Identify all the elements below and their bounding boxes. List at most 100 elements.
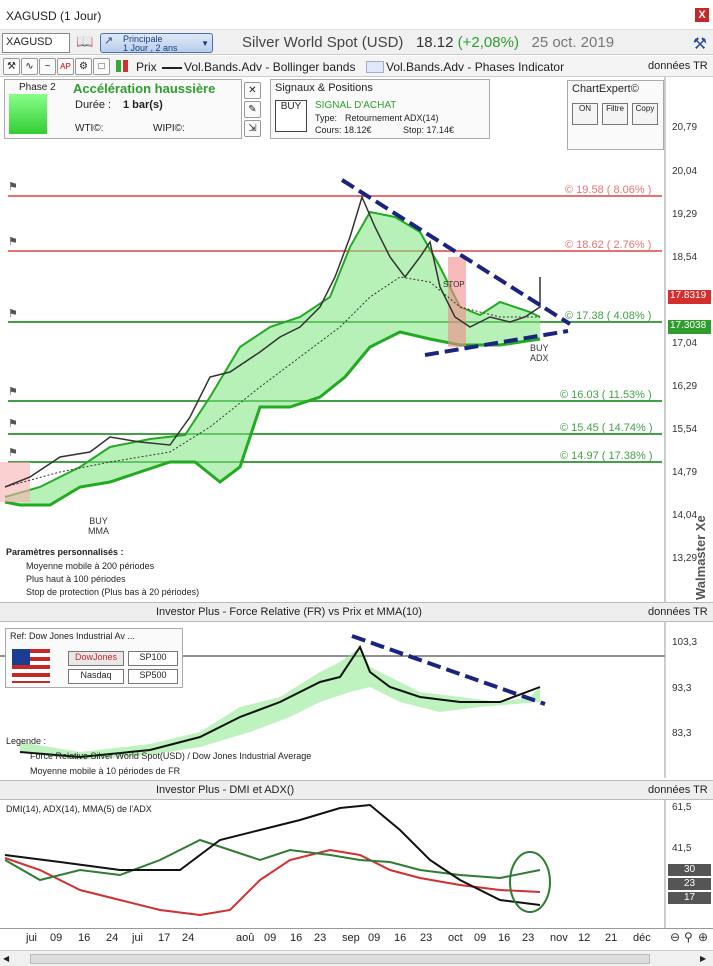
- dmi-adx-chart: [4, 800, 666, 928]
- zoom-in-icon[interactable]: ⊕: [698, 930, 708, 944]
- window-title: XAGUSD (1 Jour): [6, 9, 102, 23]
- price-axis-tick: 16,29: [672, 381, 698, 392]
- instrument-header: Silver World Spot (USD) 18.12 (+2,08%) 2…: [242, 34, 614, 51]
- cours-label: Cours: 18.12€: [315, 125, 372, 135]
- phase-zone: [0, 462, 30, 502]
- scrollbar[interactable]: ◀ ▶: [0, 950, 713, 966]
- time-axis-tick: 21: [605, 932, 618, 944]
- tools-icon[interactable]: ⚒: [693, 34, 707, 54]
- sp100-button[interactable]: SP100: [128, 651, 178, 666]
- phases-label[interactable]: Vol.Bands.Adv - Phases Indicator: [386, 60, 564, 74]
- svg-text:⚑: ⚑: [8, 308, 18, 320]
- svg-text:⚑: ⚑: [8, 418, 18, 430]
- period-selector[interactable]: Principale 1 Jour , 2 ans ↗ ▼: [100, 33, 213, 53]
- dmi-badge: 23: [668, 878, 711, 890]
- time-axis-tick: 12: [578, 932, 591, 944]
- copy-button[interactable]: Copy: [632, 103, 658, 125]
- level-label: © 14.97 ( 17.38% ): [560, 450, 653, 462]
- time-axis-tick: déc: [633, 932, 651, 944]
- dmi-minus-line: [4, 848, 541, 917]
- symbol-input[interactable]: XAGUSD: [2, 33, 70, 53]
- level-label: © 15.45 ( 14.74% ): [560, 422, 653, 434]
- time-axis-tick: oct: [448, 932, 463, 944]
- search-icon[interactable]: ⚲: [684, 930, 693, 944]
- scroll-left-icon[interactable]: ◀: [3, 954, 9, 963]
- dowjones-button[interactable]: DowJones: [68, 651, 124, 666]
- investor1-title: Investor Plus - Force Relative (FR) vs P…: [156, 606, 422, 618]
- signal-type: SIGNAL D'ACHAT: [315, 100, 397, 111]
- ap-icon[interactable]: AP: [57, 58, 74, 75]
- pen-icon[interactable]: ✎: [244, 101, 261, 118]
- wti-label: WTI©:: [75, 123, 104, 134]
- bollinger-line-icon: [162, 67, 182, 69]
- window-icon[interactable]: □: [93, 58, 110, 75]
- legend-item: Moyenne mobile à 200 périodes: [26, 561, 155, 571]
- scroll-right-icon[interactable]: ▶: [700, 954, 706, 963]
- svg-text:⚑: ⚑: [8, 386, 18, 398]
- candle-icon: [116, 60, 128, 75]
- fr-legend-title: Legende :: [6, 736, 47, 746]
- chartexpert-title: ChartExpert©: [572, 83, 639, 95]
- signals-title: Signaux & Positions: [275, 82, 373, 94]
- level-label: © 17.38 ( 4.08% ): [565, 310, 652, 322]
- time-axis-labels: jui 09 16 24 jui 17 24 aoû 09 16 23 sep 09 16 23 oct 09 1…: [0, 932, 665, 946]
- bollinger-label[interactable]: Vol.Bands.Adv - Bollinger bands: [184, 60, 355, 74]
- fr-legend-item: Moyenne mobile à 10 périodes de FR: [30, 766, 181, 776]
- time-axis-tick: 23: [314, 932, 327, 944]
- prix-label[interactable]: Prix: [136, 60, 157, 74]
- ref-panel: Ref: Dow Jones Industrial Av ... DowJone…: [5, 628, 183, 688]
- dmi-axis-tick: 61,5: [672, 802, 692, 813]
- phase-side-buttons: ✕ ✎ ⇲: [244, 80, 262, 137]
- price-axis-tick: 15,54: [672, 424, 698, 435]
- time-axis-tick: 09: [474, 932, 487, 944]
- time-axis-tick: 24: [182, 932, 195, 944]
- level-label: © 19.58 ( 8.06% ): [565, 184, 652, 196]
- nasdaq-button[interactable]: Nasdaq: [68, 669, 124, 684]
- phase-chart-icon: [9, 94, 47, 134]
- phase-zone: [448, 257, 466, 347]
- level-label: © 16.03 ( 11.53% ): [560, 389, 652, 401]
- dmi-sub-label: DMI(14), ADX(14), MMA(5) de l'ADX: [6, 804, 152, 814]
- book-icon[interactable]: 📖: [74, 33, 96, 53]
- chart-icon: ↗: [104, 35, 114, 47]
- dmi-badge: 30: [668, 864, 711, 876]
- donnees-label: données TR: [648, 60, 708, 72]
- close-icon[interactable]: ✕: [244, 82, 261, 99]
- phases-icon: [366, 61, 384, 73]
- tools-icon[interactable]: ⚒: [3, 58, 20, 75]
- stop-label: Stop: 17.14€: [403, 125, 455, 135]
- price-axis-tick: 20,79: [672, 122, 698, 133]
- duree-label: Durée :: [75, 99, 112, 111]
- time-axis-tick: 24: [106, 932, 119, 944]
- filtre-button[interactable]: Filtre: [602, 103, 628, 125]
- period-sub: 1 Jour , 2 ans: [123, 43, 178, 53]
- fr-legend-item: Force Relative Silver World Spot(USD) / …: [30, 751, 312, 761]
- close-button[interactable]: X: [695, 8, 709, 22]
- indicator-icon[interactable]: ∿: [21, 58, 38, 75]
- us-flag-icon: [12, 649, 50, 683]
- resize-icon[interactable]: ⇲: [244, 120, 261, 137]
- time-axis-tick: jui: [132, 932, 144, 944]
- time-axis-tick: 09: [368, 932, 381, 944]
- indicator-tools: ⚒ ∿ ~ AP ⚙ □: [3, 58, 111, 75]
- time-axis-tick: 09: [264, 932, 277, 944]
- settings-icon[interactable]: ⚙: [75, 58, 92, 75]
- instrument-change: (+2,08%): [457, 34, 519, 51]
- chartexpert-panel: ChartExpert© ON Filtre Copy: [567, 80, 664, 150]
- window-titlebar: XAGUSD (1 Jour) X: [0, 0, 713, 30]
- zoom-out-icon[interactable]: ⊖: [670, 930, 680, 944]
- wave-icon[interactable]: ~: [39, 58, 56, 75]
- investor1-header: Investor Plus - Force Relative (FR) vs P…: [0, 602, 713, 622]
- svg-text:⚑: ⚑: [8, 181, 18, 193]
- fr-axis-tick: 93,3: [672, 683, 692, 694]
- time-axis-tick: sep: [342, 932, 360, 944]
- scroll-thumb[interactable]: [30, 954, 650, 964]
- on-button[interactable]: ON: [572, 103, 598, 125]
- sp500-button[interactable]: SP500: [128, 669, 178, 684]
- buy-badge[interactable]: BUY: [275, 100, 307, 132]
- price-axis-tick: 14,79: [672, 467, 698, 478]
- level-label: © 18.62 ( 2.76% ): [565, 239, 652, 251]
- buy-adx-annotation: BUY ADX: [530, 343, 549, 363]
- dmi-axis-tick: 41,5: [672, 843, 692, 854]
- buy-mma-annotation: BUY MMA: [88, 516, 109, 536]
